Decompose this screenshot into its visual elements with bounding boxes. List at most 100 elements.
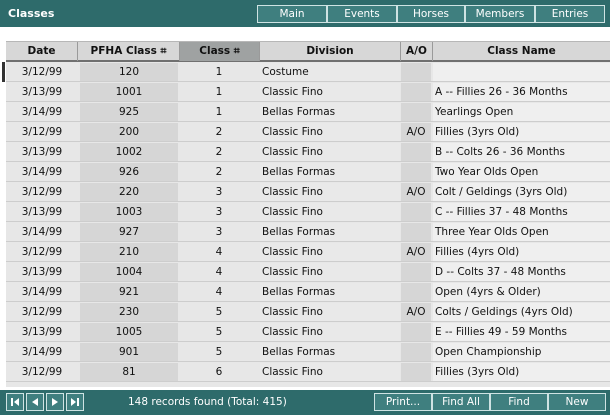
column-header-ao[interactable]: A/O [401, 42, 433, 61]
nav-members-button[interactable]: Members [465, 5, 535, 23]
cell-division: Bellas Formas [260, 343, 400, 361]
table-row[interactable]: 3/12/99 220 3 Classic Fino A/O Colt / Gelding… [6, 182, 610, 202]
cell-class-number: 4 [215, 246, 223, 258]
table-row[interactable]: 3/13/99 1002 2 Classic Fino B -- Colts 26 - … [6, 142, 610, 162]
cell-class-name: Fillies (3yrs Old) [433, 363, 610, 381]
table-row[interactable]: 3/12/99 210 4 Classic Fino A/O Fillies (4yrs … [6, 242, 610, 262]
column-header-date[interactable]: Date [6, 42, 78, 61]
cell-date: 3/13/99 [21, 146, 63, 158]
column-header-class[interactable]: Class ⌗ [180, 42, 260, 61]
print-button[interactable]: Print... [374, 393, 432, 411]
cell-class-number: 3 [215, 186, 223, 198]
cell-ao [401, 363, 431, 381]
table-body: 3/12/99 120 1 Costume 3/13/99 1001 1 Classic Fi… [2, 62, 610, 386]
cell-ao [401, 263, 431, 281]
new-button[interactable]: New [548, 393, 606, 411]
classes-table: Date PFHA Class ⌗ Class ⌗ Division A/O C… [2, 41, 610, 387]
cell-date: 3/13/99 [21, 326, 63, 338]
table-row[interactable]: 3/14/99 921 4 Bellas Formas Open (4yrs & Old… [6, 282, 610, 302]
cell-date: 3/13/99 [21, 266, 63, 278]
table-row[interactable]: 3/12/99 81 6 Classic Fino Fillies (3yrs Old) [6, 362, 610, 382]
cell-division: Classic Fino [260, 143, 400, 161]
cell-class-name: Three Year Olds Open [433, 223, 610, 241]
previous-record-button[interactable] [26, 393, 44, 411]
column-header-pfha-class[interactable]: PFHA Class ⌗ [78, 42, 180, 61]
cell-date: 3/14/99 [21, 106, 63, 118]
table-row[interactable]: 3/14/99 925 1 Bellas Formas Yearlings Open [6, 102, 610, 122]
next-record-button[interactable] [46, 393, 64, 411]
footer-bar: 148 records found (Total: 415) Print... … [0, 390, 610, 415]
cell-ao [401, 323, 431, 341]
cell-class-number: 6 [215, 366, 223, 378]
title-bar: Classes Main Events Horses Members Entri… [0, 0, 610, 27]
cell-pfha-class: 1002 [80, 143, 178, 161]
cell-class-name: Open Championship [433, 343, 610, 361]
cell-ao [401, 143, 431, 161]
first-record-icon [11, 398, 19, 406]
last-record-button[interactable] [66, 393, 84, 411]
cell-pfha-class: 926 [80, 163, 178, 181]
records-found-status: 148 records found (Total: 415) [128, 396, 287, 408]
cell-division: Classic Fino [260, 303, 400, 321]
cell-class-name: A -- Fillies 26 - 36 Months [433, 83, 610, 101]
cell-ao [401, 103, 431, 121]
cell-class-number: 2 [215, 146, 223, 158]
cell-class-name: Fillies (4yrs Old) [433, 243, 610, 261]
table-row[interactable]: 3/12/99 230 5 Classic Fino A/O Colts / Geldin… [6, 302, 610, 322]
cell-pfha-class: 925 [80, 103, 178, 121]
nav-main-button[interactable]: Main [257, 5, 327, 23]
cell-ao [401, 203, 431, 221]
cell-division: Classic Fino [260, 363, 400, 381]
cell-division: Bellas Formas [260, 283, 400, 301]
table-row[interactable]: 3/12/99 200 2 Classic Fino A/O Fillies (3yrs … [6, 122, 610, 142]
cell-class-name: Colt / Geldings (3yrs Old) [433, 183, 610, 201]
find-all-button[interactable]: Find All [432, 393, 490, 411]
column-header-division[interactable]: Division [260, 42, 401, 61]
cell-class-number: 1 [215, 86, 223, 98]
cell-class-number: 1 [215, 106, 223, 118]
cell-class-number: 3 [215, 206, 223, 218]
cell-pfha-class: 230 [80, 303, 178, 321]
table-header: Date PFHA Class ⌗ Class ⌗ Division A/O C… [6, 41, 610, 62]
cell-pfha-class: 220 [80, 183, 178, 201]
cell-class-number: 2 [215, 166, 223, 178]
cell-pfha-class: 1004 [80, 263, 178, 281]
cell-ao: A/O [401, 243, 431, 261]
cell-ao: A/O [401, 183, 431, 201]
cell-date: 3/13/99 [21, 206, 63, 218]
cell-class-number: 1 [215, 66, 223, 78]
cell-class-number: 5 [215, 306, 223, 318]
cell-ao [401, 283, 431, 301]
cell-date: 3/12/99 [21, 246, 63, 258]
cell-division: Classic Fino [260, 263, 400, 281]
table-row[interactable]: 3/12/99 120 1 Costume [2, 62, 610, 82]
cell-date: 3/13/99 [21, 86, 63, 98]
nav-horses-button[interactable]: Horses [397, 5, 465, 23]
cell-pfha-class: 81 [80, 363, 178, 381]
nav-entries-button[interactable]: Entries [535, 5, 605, 23]
table-row[interactable]: 3/13/99 1003 3 Classic Fino C -- Fillies 37 … [6, 202, 610, 222]
table-row[interactable]: 3/13/99 1005 5 Classic Fino E -- Fillies 49 … [6, 322, 610, 342]
next-record-icon [52, 398, 58, 406]
record-navigation [6, 393, 86, 411]
table-row[interactable]: 3/13/99 1001 1 Classic Fino A -- Fillies 26 … [6, 82, 610, 102]
table-row[interactable]: 3/14/99 926 2 Bellas Formas Two Year Olds Op… [6, 162, 610, 182]
current-record-marker [2, 62, 5, 82]
cell-class-name: Two Year Olds Open [433, 163, 610, 181]
cell-date: 3/14/99 [21, 286, 63, 298]
table-row[interactable]: 3/14/99 901 5 Bellas Formas Open Championshi… [6, 342, 610, 362]
find-button[interactable]: Find [490, 393, 548, 411]
first-record-button[interactable] [6, 393, 24, 411]
cell-pfha-class: 200 [80, 123, 178, 141]
cell-pfha-class: 210 [80, 243, 178, 261]
cell-date: 3/12/99 [21, 66, 63, 78]
table-row[interactable]: 3/13/99 1004 4 Classic Fino D -- Colts 37 - … [6, 262, 610, 282]
nav-events-button[interactable]: Events [327, 5, 397, 23]
cell-date: 3/12/99 [21, 186, 63, 198]
cell-division: Classic Fino [260, 203, 400, 221]
column-header-class-name[interactable]: Class Name [433, 42, 610, 61]
cell-pfha-class: 921 [80, 283, 178, 301]
table-row[interactable]: 3/14/99 927 3 Bellas Formas Three Year Olds … [6, 222, 610, 242]
window-title: Classes [8, 7, 55, 20]
cell-division: Classic Fino [260, 183, 400, 201]
